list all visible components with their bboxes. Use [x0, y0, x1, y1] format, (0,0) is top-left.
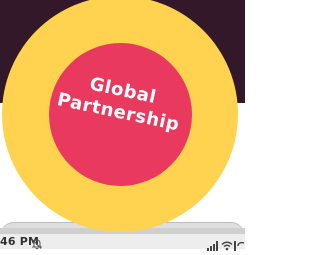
bell-off-icon [31, 235, 43, 250]
badge-center: Global Partnership [49, 43, 192, 186]
status-bar: 46 PM [0, 234, 245, 251]
signal-icon [207, 236, 220, 251]
global-partnership-badge: Global Partnership [2, 0, 238, 232]
badge-label: Global Partnership [46, 66, 195, 139]
wifi-icon [221, 236, 233, 251]
status-indicator-icon [234, 236, 245, 251]
